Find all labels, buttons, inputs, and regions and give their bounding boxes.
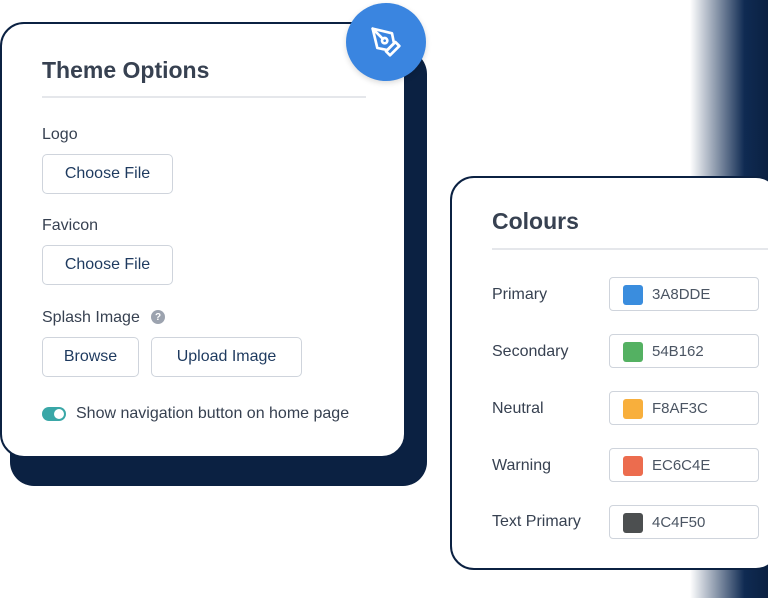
logo-choose-file-button[interactable]: Choose File	[42, 154, 173, 194]
colour-hex-value: 54B162	[652, 343, 704, 360]
toggle-knob	[54, 409, 64, 419]
colour-field-neutral[interactable]: F8AF3C	[609, 391, 759, 425]
upload-image-button[interactable]: Upload Image	[151, 337, 302, 377]
colour-swatch	[623, 399, 643, 419]
theme-options-card: Theme Options Logo Choose File Favicon C…	[0, 22, 406, 458]
colour-hex-value: EC6C4E	[652, 457, 711, 474]
colour-swatch	[623, 342, 643, 362]
colour-hex-value: 3A8DDE	[652, 286, 711, 303]
colour-label-warning: Warning	[492, 457, 551, 474]
theme-options-divider	[42, 96, 366, 98]
help-icon[interactable]: ?	[151, 310, 165, 324]
colour-swatch	[623, 456, 643, 476]
nav-button-toggle-label: Show navigation button on home page	[76, 405, 350, 422]
nav-button-toggle[interactable]	[42, 407, 66, 421]
colour-label-neutral: Neutral	[492, 400, 544, 417]
colour-field-text-primary[interactable]: 4C4F50	[609, 505, 759, 539]
pen-nib-icon	[371, 27, 401, 57]
colour-hex-value: F8AF3C	[652, 400, 708, 417]
colour-field-primary[interactable]: 3A8DDE	[609, 277, 759, 311]
colour-field-secondary[interactable]: 54B162	[609, 334, 759, 368]
favicon-choose-file-button[interactable]: Choose File	[42, 245, 173, 285]
splash-image-label: Splash Image	[42, 309, 140, 326]
colour-label-secondary: Secondary	[492, 343, 569, 360]
favicon-label: Favicon	[42, 217, 99, 234]
colour-hex-value: 4C4F50	[652, 514, 706, 531]
colours-title: Colours	[492, 208, 579, 234]
colour-swatch	[623, 513, 643, 533]
theme-options-title: Theme Options	[42, 57, 210, 83]
colour-label-primary: Primary	[492, 286, 548, 303]
colour-field-warning[interactable]: EC6C4E	[609, 448, 759, 482]
colour-swatch	[623, 285, 643, 305]
edit-pen-button[interactable]	[346, 3, 426, 81]
colour-label-text-primary: Text Primary	[492, 513, 581, 530]
logo-label: Logo	[42, 126, 78, 143]
browse-button[interactable]: Browse	[42, 337, 139, 377]
colours-card: Colours Primary 3A8DDE Secondary 54B162 …	[450, 176, 768, 570]
colours-divider	[492, 248, 768, 250]
